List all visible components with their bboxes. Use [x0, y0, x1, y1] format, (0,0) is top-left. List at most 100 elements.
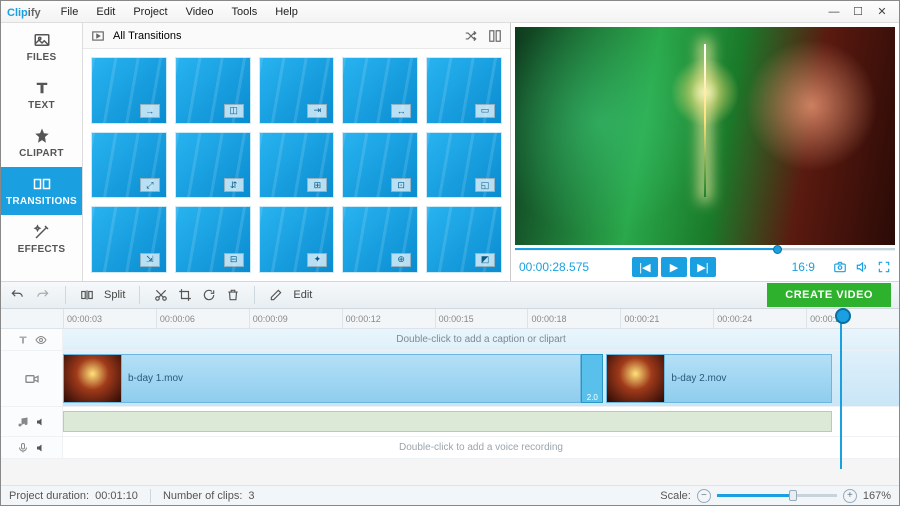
- edit-button[interactable]: Edit: [269, 288, 312, 302]
- clips-value: 3: [248, 490, 254, 502]
- create-video-button[interactable]: CREATE VIDEO: [767, 283, 891, 307]
- split-label: Split: [104, 289, 125, 301]
- speaker-icon[interactable]: [35, 442, 47, 454]
- ruler-tick: 00:00:12: [342, 309, 435, 328]
- ruler-tick: 00:00:06: [156, 309, 249, 328]
- clip-thumb: [607, 355, 665, 402]
- tab-effects-label: EFFECTS: [18, 244, 66, 255]
- ruler-tick: 00:00:27: [806, 309, 899, 328]
- transition-thumb[interactable]: ⊟: [175, 206, 251, 273]
- transition-thumb[interactable]: ⊡: [342, 132, 418, 199]
- tab-transitions[interactable]: TRANSITIONS: [1, 167, 82, 215]
- transition-marker[interactable]: 2.0: [581, 354, 603, 403]
- ruler-tick: 00:00:18: [527, 309, 620, 328]
- menu-project[interactable]: Project: [125, 4, 175, 20]
- crop-icon[interactable]: [178, 288, 192, 302]
- ruler-tick: 00:00:21: [620, 309, 713, 328]
- duration-label: Project duration:: [9, 490, 89, 502]
- eye-icon[interactable]: [35, 334, 47, 346]
- undo-icon[interactable]: [9, 288, 25, 302]
- text-track-icon: [17, 334, 29, 346]
- transition-thumb[interactable]: ◩: [426, 206, 502, 273]
- zoom-in-button[interactable]: +: [843, 489, 857, 503]
- delete-icon[interactable]: [226, 288, 240, 302]
- scrub-bar[interactable]: [515, 245, 895, 253]
- transition-thumb[interactable]: ⇥: [259, 57, 335, 124]
- wand-icon: [33, 223, 51, 241]
- transition-thumb[interactable]: ▭: [426, 57, 502, 124]
- timeline-ruler[interactable]: 00:00:03 00:00:06 00:00:09 00:00:12 00:0…: [1, 309, 899, 329]
- video-clip[interactable]: b-day 2.mov: [606, 354, 832, 403]
- fullscreen-icon[interactable]: [877, 260, 891, 274]
- playhead[interactable]: [840, 309, 842, 469]
- tab-text[interactable]: TEXT: [1, 71, 82, 119]
- menu-help[interactable]: Help: [267, 4, 306, 20]
- transition-thumb[interactable]: ⊞: [259, 132, 335, 199]
- playall-icon[interactable]: [91, 29, 105, 43]
- video-track-head: [1, 351, 63, 406]
- audio-track-body[interactable]: [63, 407, 899, 436]
- zoom-slider[interactable]: [717, 494, 837, 497]
- titlebar: Clipify File Edit Project Video Tools He…: [1, 1, 899, 23]
- transition-thumb[interactable]: ◫: [175, 57, 251, 124]
- cut-icon[interactable]: [154, 288, 168, 302]
- video-track-body[interactable]: b-day 1.mov 2.0 b-day 2.mov: [63, 351, 899, 406]
- zoom-out-button[interactable]: −: [697, 489, 711, 503]
- transition-thumb[interactable]: ✦: [259, 206, 335, 273]
- grid-icon[interactable]: [488, 29, 502, 43]
- redo-icon[interactable]: [35, 288, 51, 302]
- tab-effects[interactable]: EFFECTS: [1, 215, 82, 263]
- edit-label: Edit: [293, 289, 312, 301]
- prev-button[interactable]: |◀: [632, 257, 658, 277]
- timecode: 00:00:28.575: [519, 260, 589, 274]
- tab-files-label: FILES: [27, 52, 57, 63]
- scale-value: 167%: [863, 490, 891, 502]
- transitions-panel: All Transitions → ◫ ⇥ ↔ ▭ ⤢ ⇵ ⊞ ⊡ ◱ ⇲ ⊟ …: [83, 23, 511, 281]
- transition-thumb[interactable]: ⊕: [342, 206, 418, 273]
- text-icon: [33, 79, 51, 97]
- snapshot-icon[interactable]: [833, 260, 847, 274]
- volume-icon[interactable]: [855, 260, 869, 274]
- menu-video[interactable]: Video: [178, 4, 222, 20]
- voice-track-body[interactable]: Double-click to add a voice recording: [63, 437, 899, 458]
- clip-thumb: [64, 355, 122, 402]
- video-preview[interactable]: [515, 27, 895, 245]
- menu-edit[interactable]: Edit: [88, 4, 123, 20]
- window-maximize[interactable]: ☐: [847, 4, 869, 20]
- play-button[interactable]: ▶: [661, 257, 687, 277]
- caption-track-head: [1, 329, 63, 350]
- next-button[interactable]: ▶|: [690, 257, 716, 277]
- transitions-icon: [33, 175, 51, 193]
- rotate-icon[interactable]: [202, 288, 216, 302]
- window-close[interactable]: ✕: [871, 4, 893, 20]
- tab-transitions-label: TRANSITIONS: [6, 196, 77, 207]
- shuffle-icon[interactable]: [464, 29, 478, 43]
- edit-icon: [269, 288, 283, 302]
- tab-clipart-label: CLIPART: [19, 148, 64, 159]
- speaker-icon[interactable]: [35, 416, 47, 428]
- split-icon: [80, 288, 94, 302]
- clips-label: Number of clips:: [163, 490, 242, 502]
- panel-title: All Transitions: [113, 30, 181, 42]
- transition-thumb[interactable]: ⇵: [175, 132, 251, 199]
- transition-thumb[interactable]: ⤢: [91, 132, 167, 199]
- menu-file[interactable]: File: [53, 4, 87, 20]
- status-bar: Project duration: 00:01:10 Number of cli…: [1, 485, 899, 505]
- transition-thumb[interactable]: →: [91, 57, 167, 124]
- split-button[interactable]: Split: [80, 288, 125, 302]
- tab-clipart[interactable]: CLIPART: [1, 119, 82, 167]
- app-logo: Clipify: [7, 4, 41, 19]
- transition-thumb[interactable]: ◱: [426, 132, 502, 199]
- transition-thumb[interactable]: ⇲: [91, 206, 167, 273]
- menu-bar: File Edit Project Video Tools Help: [53, 4, 306, 20]
- window-minimize[interactable]: —: [823, 4, 845, 20]
- transition-thumb[interactable]: ↔: [342, 57, 418, 124]
- caption-track-body[interactable]: Double-click to add a caption or clipart: [63, 329, 899, 350]
- star-icon: [33, 127, 51, 145]
- video-clip[interactable]: b-day 1.mov: [63, 354, 581, 403]
- side-tabs: FILES TEXT CLIPART TRANSITIONS EFFECTS: [1, 23, 83, 281]
- tab-text-label: TEXT: [28, 100, 55, 111]
- menu-tools[interactable]: Tools: [224, 4, 266, 20]
- tab-files[interactable]: FILES: [1, 23, 82, 71]
- aspect-ratio[interactable]: 16:9: [792, 260, 815, 274]
